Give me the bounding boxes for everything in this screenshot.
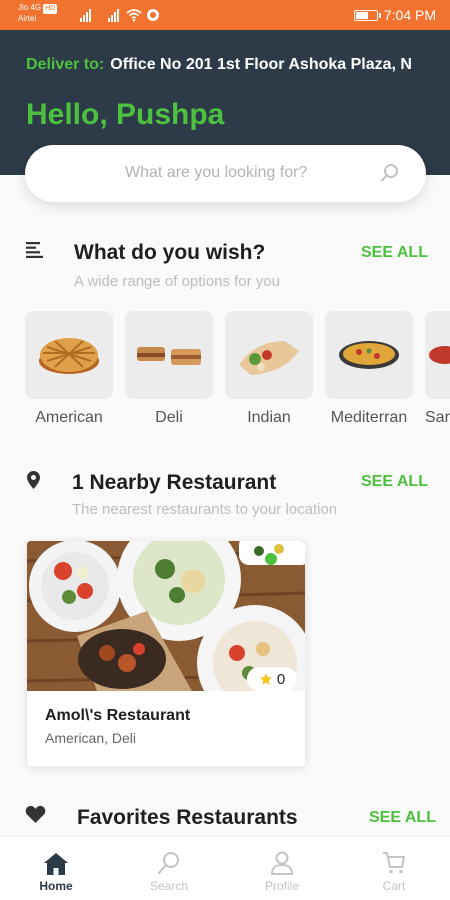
wish-see-all-link[interactable]: SEE ALL bbox=[361, 244, 428, 262]
deliver-to-label: Deliver to: bbox=[26, 56, 105, 73]
category-mediterranean-image[interactable] bbox=[325, 311, 413, 399]
restaurant-cuisines: American, Deli bbox=[45, 730, 137, 746]
status-bar: Jio 4G HD Airtel 7:04 PM bbox=[0, 0, 450, 30]
hd-badge: HD bbox=[43, 4, 58, 14]
category-indian-image[interactable] bbox=[225, 311, 313, 399]
category-partial-image[interactable] bbox=[425, 311, 450, 399]
rating-value: 0 bbox=[276, 670, 286, 688]
search-icon[interactable] bbox=[157, 851, 181, 875]
sandwich-icon bbox=[137, 347, 201, 365]
favorites-see-all-link[interactable]: SEE ALL bbox=[369, 809, 436, 827]
category-partial[interactable]: Sar bbox=[425, 311, 450, 427]
category-mediterranean[interactable]: Mediterran bbox=[325, 311, 413, 427]
nav-profile[interactable]: Profile bbox=[242, 847, 322, 893]
category-deli[interactable]: Deli bbox=[125, 311, 213, 427]
nav-home[interactable]: Home bbox=[16, 847, 96, 893]
star-icon bbox=[259, 673, 272, 685]
signal-icon-secondary bbox=[108, 9, 119, 22]
rating-badge: 0 bbox=[247, 667, 297, 691]
carrier-secondary: Airtel bbox=[18, 14, 37, 23]
carrier-primary: Jio 4G bbox=[18, 3, 42, 12]
category-label: Indian bbox=[247, 409, 291, 426]
delivery-address[interactable]: Deliver to: Office No 201 1st Floor Ashok… bbox=[26, 56, 436, 74]
category-carousel[interactable]: American Deli Indian Mediterran Sar bbox=[25, 311, 450, 431]
nav-search[interactable]: Search bbox=[129, 847, 209, 893]
nearby-section-subtitle: The nearest restaurants to your location bbox=[72, 501, 338, 518]
bottom-nav: Home Search Profile Cart bbox=[0, 836, 450, 900]
delivery-address-text[interactable]: Office No 201 1st Floor Ashoka Plaza, N bbox=[110, 56, 412, 73]
category-indian[interactable]: Indian bbox=[225, 311, 313, 427]
wish-section-title: What do you wish? bbox=[74, 241, 266, 264]
battery-icon bbox=[353, 9, 381, 21]
wrap-icon bbox=[239, 341, 299, 375]
nearby-section-title: 1 Nearby Restaurant bbox=[72, 471, 277, 494]
restaurant-image[interactable]: 0 bbox=[27, 541, 305, 691]
nearby-see-all-link[interactable]: SEE ALL bbox=[361, 473, 428, 491]
search-placeholder[interactable]: What are you looking for? bbox=[125, 164, 307, 182]
nav-label[interactable]: Profile bbox=[265, 879, 299, 893]
pie-icon bbox=[39, 338, 99, 374]
home-icon[interactable] bbox=[44, 853, 68, 875]
profile-icon[interactable] bbox=[271, 851, 293, 875]
clock: 7:04 PM bbox=[383, 7, 436, 23]
location-pin-icon bbox=[27, 471, 40, 489]
category-label: American bbox=[35, 409, 103, 426]
nav-label[interactable]: Home bbox=[39, 879, 72, 893]
cart-icon[interactable] bbox=[382, 851, 406, 875]
search-bar[interactable]: What are you looking for? bbox=[25, 145, 426, 202]
carrier-info: Jio 4G HD Airtel bbox=[18, 3, 58, 24]
restaurant-card[interactable]: 0 Amol\'s Restaurant American, Deli bbox=[27, 541, 305, 766]
heart-icon bbox=[25, 805, 46, 823]
paella-icon bbox=[339, 341, 399, 369]
nav-label[interactable]: Cart bbox=[383, 879, 406, 893]
signal-icon bbox=[80, 9, 91, 22]
wifi-icon bbox=[126, 9, 142, 22]
search-icon[interactable] bbox=[380, 163, 400, 183]
wish-section-subtitle: A wide range of options for you bbox=[74, 273, 280, 290]
nav-label[interactable]: Search bbox=[150, 879, 188, 893]
category-american-image[interactable] bbox=[25, 311, 113, 399]
favorites-section-title: Favorites Restaurants bbox=[77, 806, 298, 829]
restaurant-name[interactable]: Amol\'s Restaurant bbox=[45, 707, 190, 725]
category-deli-image[interactable] bbox=[125, 311, 213, 399]
sync-icon bbox=[147, 9, 159, 21]
greeting: Hello, Pushpa bbox=[26, 98, 225, 131]
menu-list-icon bbox=[26, 242, 43, 258]
food-icon bbox=[429, 346, 450, 364]
nav-cart[interactable]: Cart bbox=[354, 847, 434, 893]
status-right: 7:04 PM bbox=[353, 7, 436, 23]
category-american[interactable]: American bbox=[25, 311, 113, 427]
category-label: Deli bbox=[155, 409, 183, 426]
category-label: Mediterran bbox=[330, 409, 408, 426]
category-label: Sar bbox=[425, 409, 450, 426]
